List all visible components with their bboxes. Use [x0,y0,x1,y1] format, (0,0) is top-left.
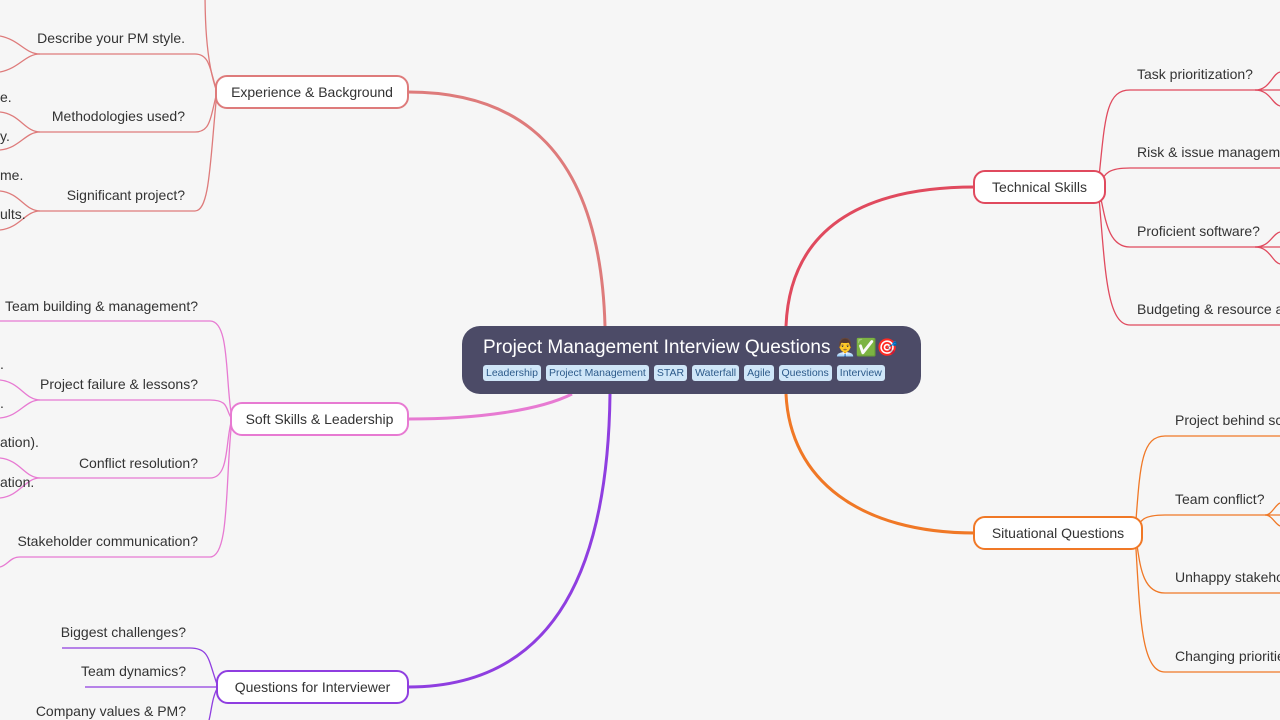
branch-questions-for-interviewer[interactable]: Questions for Interviewer [216,670,409,704]
leaf-fragment[interactable]: e. [0,88,12,106]
edge-root-experience [407,90,607,327]
branch-soft-skills-leadership[interactable]: Soft Skills & Leadership [230,402,409,436]
leaf-conflict-resolution[interactable]: Conflict resolution? [0,454,198,472]
branch-situational-questions[interactable]: Situational Questions [973,516,1143,550]
tag[interactable]: Interview [836,365,885,381]
leaf-team-dynamics[interactable]: Team dynamics? [0,662,186,680]
leaf-fragment[interactable]: ults. [0,205,26,223]
edge-root-situational [784,393,976,535]
leaf-project-behind-schedule[interactable]: Project behind sch [1175,411,1280,429]
tag-list: Leadership Project Management STAR Water… [483,365,901,381]
tag[interactable]: STAR [653,365,688,381]
branch-technical-skills[interactable]: Technical Skills [973,170,1106,204]
leaf-fragment[interactable]: y. [0,127,10,145]
leaf-task-prioritization[interactable]: Task prioritization? [1137,65,1253,83]
root-node[interactable]: Project Management Interview Questions 👨‍… [462,326,921,394]
leaf-unhappy-stakeholder[interactable]: Unhappy stakeho [1175,568,1280,586]
leaf-stakeholder-communication[interactable]: Stakeholder communication? [0,532,198,550]
leaf-methodologies-used[interactable]: Methodologies used? [0,107,185,125]
root-emoji: 👨‍💼✅🎯 [834,338,898,358]
tag[interactable]: Questions [778,365,832,381]
tag[interactable]: Waterfall [692,365,740,381]
leaf-budgeting-resource[interactable]: Budgeting & resource all [1137,300,1280,318]
tag[interactable]: Leadership [483,365,541,381]
leaf-proficient-software[interactable]: Proficient software? [1137,222,1260,240]
tag[interactable]: Agile [744,365,774,381]
leaf-fragment[interactable]: ation. [0,473,34,491]
root-title-row: Project Management Interview Questions 👨‍… [483,336,901,360]
leaf-biggest-challenges[interactable]: Biggest challenges? [0,623,186,641]
leaf-team-building[interactable]: Team building & management? [0,297,198,315]
tag[interactable]: Project Management [545,365,649,381]
root-title: Project Management Interview Questions [483,337,831,358]
edge-root-soft-skills [407,392,573,421]
leaf-team-conflict[interactable]: Team conflict? [1175,490,1264,508]
leaf-company-values[interactable]: Company values & PM? [0,702,186,720]
edges-technical [1097,71,1280,326]
leaf-fragment[interactable]: ation). [0,433,39,451]
edge-root-technical [784,185,976,327]
leaf-describe-pm-style[interactable]: Describe your PM style. [0,29,185,47]
leaf-risk-issue-management[interactable]: Risk & issue managemen [1137,143,1280,161]
branch-experience-background[interactable]: Experience & Background [215,75,409,109]
leaf-fragment[interactable]: . [0,355,4,373]
leaf-fragment[interactable]: . [0,394,4,412]
edges-situational [1134,435,1280,673]
leaf-significant-project[interactable]: Significant project? [0,186,185,204]
mind-map-canvas: Project Management Interview Questions 👨‍… [0,0,1280,720]
leaf-project-failure[interactable]: Project failure & lessons? [0,375,198,393]
edge-root-questions [407,393,612,689]
leaf-changing-priorities[interactable]: Changing prioritie [1175,647,1280,665]
leaf-fragment[interactable]: me. [0,166,23,184]
